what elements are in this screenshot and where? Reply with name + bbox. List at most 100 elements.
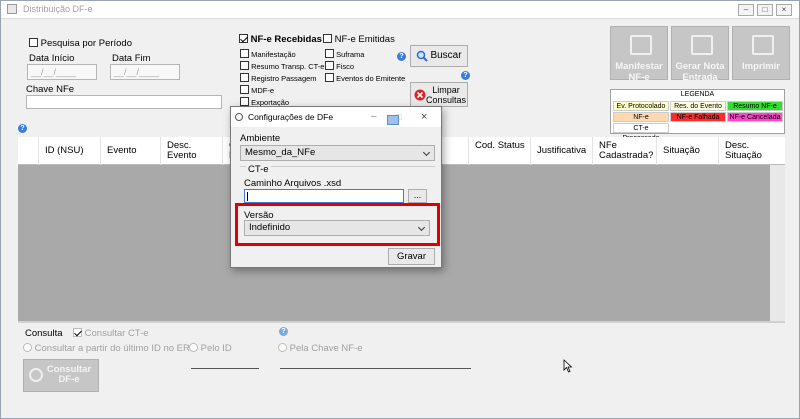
id-input[interactable] — [191, 368, 259, 369]
option-item[interactable]: Fisco — [325, 61, 405, 73]
maximize-button[interactable]: □ — [757, 4, 773, 16]
manifest-button[interactable]: Manifestar NF-e — [610, 26, 668, 83]
key-field[interactable] — [26, 95, 222, 109]
path-input[interactable] — [244, 189, 404, 203]
clear-icon — [414, 89, 426, 101]
legend-title: LEGENDA — [680, 91, 715, 98]
option-check-icon — [240, 97, 249, 106]
dialog-minimize-button[interactable]: – — [371, 107, 377, 127]
end-date-field[interactable]: __/__/____ — [110, 64, 180, 80]
option-check-icon — [240, 85, 249, 94]
column-header[interactable]: Evento — [100, 137, 160, 165]
consult-label: Consulta — [25, 328, 63, 339]
settings-dialog: Configurações de DFe – □ × Ambiente Mesm… — [230, 106, 442, 268]
radio-icon — [23, 343, 32, 352]
start-date-field[interactable]: __/__/____ — [27, 64, 97, 80]
search-icon — [416, 50, 428, 62]
cte-check-icon — [73, 328, 82, 337]
legend-item: Ev. Protocolado — [613, 101, 669, 111]
radio-icon — [189, 343, 198, 352]
consult-button[interactable]: Consultar DF-e — [23, 359, 99, 392]
dialog-title-bar: Configurações de DFe – □ × — [231, 107, 441, 127]
calculator-icon — [691, 35, 713, 55]
path-label: Caminho Arquivos .xsd — [244, 178, 342, 189]
globe-icon — [29, 368, 43, 382]
issued-checkbox[interactable]: NF-e Emitidas — [323, 34, 395, 45]
column-header[interactable]: Desc. Evento — [160, 137, 222, 165]
options-col2: Suframa Fisco Eventos do Emitente — [325, 49, 405, 85]
column-header[interactable]: ID (NSU) — [38, 137, 100, 165]
period-label: Pesquisa por Período — [40, 38, 133, 49]
legend-item: Res. do Evento — [670, 101, 726, 111]
gear-icon — [235, 113, 243, 121]
text-cursor — [247, 192, 248, 201]
clear-button[interactable]: Limpar Consultas — [410, 82, 468, 107]
key-label: Chave NFe — [26, 84, 75, 95]
legend-item: NF-e Processada — [613, 112, 669, 131]
column-header[interactable]: Justificativa — [530, 137, 592, 165]
column-header[interactable]: Desc. Situação — [718, 137, 785, 165]
ambiente-label: Ambiente — [240, 133, 281, 144]
print-button[interactable]: Imprimir — [732, 26, 790, 80]
option-item[interactable]: Registro Passagem — [240, 73, 324, 85]
legend-item: Resumo NF-e — [727, 101, 783, 111]
close-button[interactable]: × — [776, 4, 792, 16]
option-item[interactable]: Suframa — [325, 49, 405, 61]
option-item[interactable]: Eventos do Emitente — [325, 73, 405, 85]
grid-divider — [18, 321, 785, 323]
help-icon[interactable]: ? — [397, 52, 406, 61]
clear-label: Limpar Consultas — [425, 85, 467, 105]
option-check-icon — [240, 73, 249, 82]
radio-by-id[interactable]: Pelo ID — [189, 343, 232, 354]
radio-by-key[interactable]: Pela Chave NF-e — [278, 343, 363, 354]
issued-label: NF-e Emitidas — [334, 34, 395, 45]
chevron-down-icon — [422, 148, 431, 157]
option-item[interactable]: MDF-e — [240, 85, 324, 97]
column-header[interactable]: Situação — [656, 137, 718, 165]
legend: LEGENDA Ev. Protocolado Res. do Evento R… — [610, 89, 785, 142]
period-checkbox[interactable]: Pesquisa por Período — [29, 38, 132, 49]
options-col1: Manifestação Resumo Transp. CT-e Registr… — [240, 49, 324, 109]
minimize-button[interactable]: – — [738, 4, 754, 16]
option-item[interactable]: Resumo Transp. CT-e — [240, 61, 324, 73]
radio-last-id[interactable]: Consultar a partir do último ID no ERP — [23, 343, 196, 354]
legend-item: NF-e Falhada — [670, 112, 726, 122]
window-title: Distribuição DF-e — [23, 4, 93, 14]
grid-row-header — [18, 137, 38, 165]
search-label: Buscar — [430, 50, 462, 61]
app-icon — [7, 4, 17, 14]
received-checkbox[interactable]: NF-e Recebidas — [239, 34, 322, 45]
cte-checkbox[interactable]: Consultar CT-e — [73, 328, 149, 339]
option-check-icon — [325, 73, 334, 82]
help-icon[interactable]: ? — [18, 124, 27, 133]
cte-label: Consultar CT-e — [84, 328, 149, 339]
received-check-icon — [239, 34, 248, 43]
column-header[interactable]: Cod. Status — [468, 137, 530, 165]
column-header[interactable]: NFe Cadastrada? — [592, 137, 656, 165]
cursor-icon — [563, 359, 573, 373]
envelope-icon — [630, 35, 652, 55]
refresh-icon[interactable] — [387, 115, 399, 125]
period-check-icon — [29, 38, 38, 47]
printer-icon — [752, 35, 774, 55]
legend-item: CT-e Processado — [613, 123, 669, 142]
dialog-close-button[interactable]: × — [421, 107, 427, 127]
option-item[interactable]: Manifestação — [240, 49, 324, 61]
cte-group-label: CT-e — [246, 164, 271, 175]
legend-item: NF-e Cancelada — [727, 112, 783, 122]
title-bar: Distribuição DF-e – □ × — [1, 1, 799, 19]
received-label: NF-e Recebidas — [250, 34, 322, 45]
option-check-icon — [325, 49, 334, 58]
help-icon[interactable]: ? — [461, 71, 470, 80]
save-button[interactable]: Gravar — [388, 248, 435, 265]
generate-button[interactable]: Gerar Nota Entrada — [671, 26, 729, 83]
help-icon[interactable]: ? — [279, 327, 288, 336]
option-check-icon — [240, 61, 249, 70]
key-input[interactable] — [280, 368, 471, 369]
search-button[interactable]: Buscar — [410, 45, 468, 67]
start-date-label: Data Início — [29, 53, 75, 64]
option-check-icon — [325, 61, 334, 70]
browse-button[interactable]: ... — [408, 189, 427, 203]
option-check-icon — [240, 49, 249, 58]
ambiente-select[interactable]: Mesmo_da_NFe — [240, 145, 435, 161]
